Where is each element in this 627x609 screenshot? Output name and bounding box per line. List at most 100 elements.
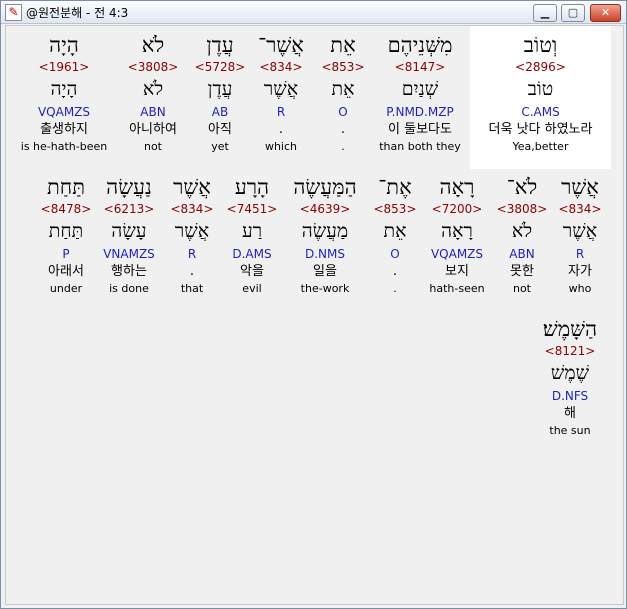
strong-number[interactable]: <5728> — [192, 58, 248, 76]
hebrew-word: אֲשֶׁר־ — [258, 33, 304, 57]
lexical-form: רַע — [241, 220, 263, 242]
korean-gloss: 행하는 — [111, 264, 147, 279]
english-gloss: is done — [109, 282, 149, 295]
morphology-code: O — [390, 247, 400, 261]
morphology-code: VNAMZS — [103, 247, 155, 261]
morphology-code: ABN — [140, 105, 166, 119]
hebrew-word: הַשָּׁמֶשׁ׃ — [542, 317, 598, 341]
morphology-code: C.AMS — [521, 105, 560, 119]
lexical-form: עָשָׂה — [111, 220, 147, 242]
hebrew-word: הָיָה — [49, 33, 79, 57]
title-bar[interactable]: ✎ @원전분해 - 전 4:3 ▁ ▢ ✕ — [1, 1, 626, 24]
morphology-code: R — [575, 247, 585, 261]
word-cell[interactable]: הָיָה <1961> הָיָה VQAMZS 출생하지 is he-hat… — [14, 32, 114, 155]
word-cell[interactable]: אֲשֶׁר <834> אֲשֶׁר R 자가 who — [552, 174, 608, 297]
word-cell[interactable]: אֶת־ <853> אֵת O . . — [368, 174, 422, 297]
korean-gloss: 보지 — [445, 264, 469, 279]
korean-gloss: . — [392, 264, 398, 279]
hebrew-word: לֹא — [141, 33, 165, 57]
word-cell[interactable]: הָרָע <7451> רַע D.AMS 악을 evil — [222, 174, 282, 297]
word-cell-selected[interactable]: וְטוֹב <2896> טוֹב C.AMS 더욱 낫다 하였노라 Yea,… — [470, 32, 611, 155]
word-cell[interactable]: אֲשֶׁר <834> אֲשֶׁר R . that — [164, 174, 220, 297]
strong-number[interactable]: <6213> — [98, 200, 160, 218]
english-gloss: not — [512, 282, 531, 295]
lexical-form: אֲשֶׁר — [562, 220, 598, 242]
lexical-form: אֲשֶׁר — [174, 220, 210, 242]
hebrew-word: אֶת־ — [378, 175, 412, 199]
morphology-code: D.NMS — [304, 247, 345, 261]
korean-gloss: 아래서 — [48, 264, 84, 279]
korean-gloss: 못한 — [510, 264, 534, 279]
word-cell[interactable]: הַמַּעֲשֶׂה <4639> מַעֲשֶׂה D.NMS 일을 the… — [284, 174, 366, 297]
strong-number[interactable]: <4639> — [284, 200, 366, 218]
morphology-code: P — [62, 247, 70, 261]
strong-number[interactable]: <3808> — [118, 58, 188, 76]
english-gloss: not — [143, 140, 162, 153]
korean-gloss: 해 — [564, 406, 576, 421]
strong-number[interactable]: <3808> — [494, 200, 550, 218]
morphology-code: R — [187, 247, 197, 261]
english-gloss: is he-hath-been — [20, 140, 108, 153]
lexical-form: עֲדֶן — [207, 78, 233, 100]
strong-number[interactable]: <2896> — [470, 58, 611, 76]
english-gloss: hath-seen — [429, 282, 485, 295]
english-gloss: evil — [242, 282, 262, 295]
word-cell[interactable]: תַּחַת <8478> תַּחַת P 아래서 under — [34, 174, 98, 297]
bible-app-icon: ✎ — [5, 4, 22, 21]
maximize-button[interactable]: ▢ — [561, 4, 585, 22]
korean-gloss: 아니하여 — [129, 122, 177, 137]
hebrew-word: מִשְּׁנֵיהֶם — [387, 33, 453, 57]
minimize-button[interactable]: ▁ — [533, 4, 557, 22]
korean-gloss: 자가 — [568, 264, 592, 279]
strong-number[interactable]: <853> — [314, 58, 372, 76]
word-cell[interactable]: אֲשֶׁר־ <834> אֲשֶׁר R . which — [252, 32, 310, 155]
morphology-code: R — [276, 105, 286, 119]
word-cell[interactable]: רָאָה <7200> רָאָה VQAMZS 보지 hath-seen — [424, 174, 490, 297]
morphology-code: P.NMD.MZP — [386, 105, 454, 119]
english-gloss: the sun — [549, 424, 591, 437]
korean-gloss: 더욱 낫다 하였노라 — [488, 122, 593, 137]
strong-number[interactable]: <1961> — [14, 58, 114, 76]
strong-number[interactable]: <8147> — [374, 58, 466, 76]
korean-gloss: 이 둘보다도 — [388, 122, 452, 137]
lexical-form: שְׁנַיִם — [401, 78, 439, 100]
hebrew-word: וְטוֹב — [523, 33, 558, 57]
morphology-code: AB — [211, 105, 229, 119]
close-button[interactable]: ✕ — [590, 4, 621, 22]
hebrew-word: הַמַּעֲשֶׂה — [293, 175, 357, 199]
lexical-form: הָיָה — [50, 78, 78, 100]
hebrew-word: עֲדֶן — [206, 33, 234, 57]
lexical-form: אֵת — [383, 220, 407, 242]
word-cell[interactable]: הַשָּׁמֶשׁ׃ <8121> שֶׁמֶשׁ D.NFS 해 the s… — [530, 316, 610, 439]
korean-gloss: 출생하지 — [40, 122, 88, 137]
strong-number[interactable]: <7451> — [222, 200, 282, 218]
strong-number[interactable]: <8121> — [530, 342, 610, 360]
strong-number[interactable]: <7200> — [424, 200, 490, 218]
lexical-form: לֹא — [511, 220, 533, 242]
english-gloss: under — [49, 282, 83, 295]
strong-number[interactable]: <834> — [252, 58, 310, 76]
word-cell[interactable]: לֹא <3808> לֹא ABN 아니하여 not — [118, 32, 188, 155]
hebrew-word: אֵת — [330, 33, 356, 57]
hebrew-word: אֲשֶׁר — [173, 175, 211, 199]
english-gloss: . — [393, 282, 397, 295]
strong-number[interactable]: <834> — [552, 200, 608, 218]
word-cell[interactable]: נַעֲשָׂה <6213> עָשָׂה VNAMZS 행하는 is don… — [98, 174, 160, 297]
korean-gloss: . — [189, 264, 195, 279]
strong-number[interactable]: <834> — [164, 200, 220, 218]
english-gloss: . — [341, 140, 345, 153]
hebrew-word: נַעֲשָׂה — [106, 175, 152, 199]
korean-gloss: . — [278, 122, 284, 137]
app-window: ✎ @원전분해 - 전 4:3 ▁ ▢ ✕ הָיָה <1961> הָיָה… — [0, 0, 627, 609]
word-cell[interactable]: אֵת <853> אֵת O . . — [314, 32, 372, 155]
word-cell[interactable]: עֲדֶן <5728> עֲדֶן AB 아직 yet — [192, 32, 248, 155]
strong-number[interactable]: <8478> — [34, 200, 98, 218]
korean-gloss: 일을 — [313, 264, 337, 279]
word-cell[interactable]: לֹא־ <3808> לֹא ABN 못한 not — [494, 174, 550, 297]
hebrew-word: הָרָע — [234, 175, 270, 199]
lexical-form: רָאָה — [441, 220, 473, 242]
word-cell[interactable]: מִשְּׁנֵיהֶם <8147> שְׁנַיִם P.NMD.MZP 이… — [374, 32, 466, 155]
strong-number[interactable]: <853> — [368, 200, 422, 218]
lexical-form: שֶׁמֶשׁ — [550, 362, 590, 384]
hebrew-word: תַּחַת — [46, 175, 86, 199]
